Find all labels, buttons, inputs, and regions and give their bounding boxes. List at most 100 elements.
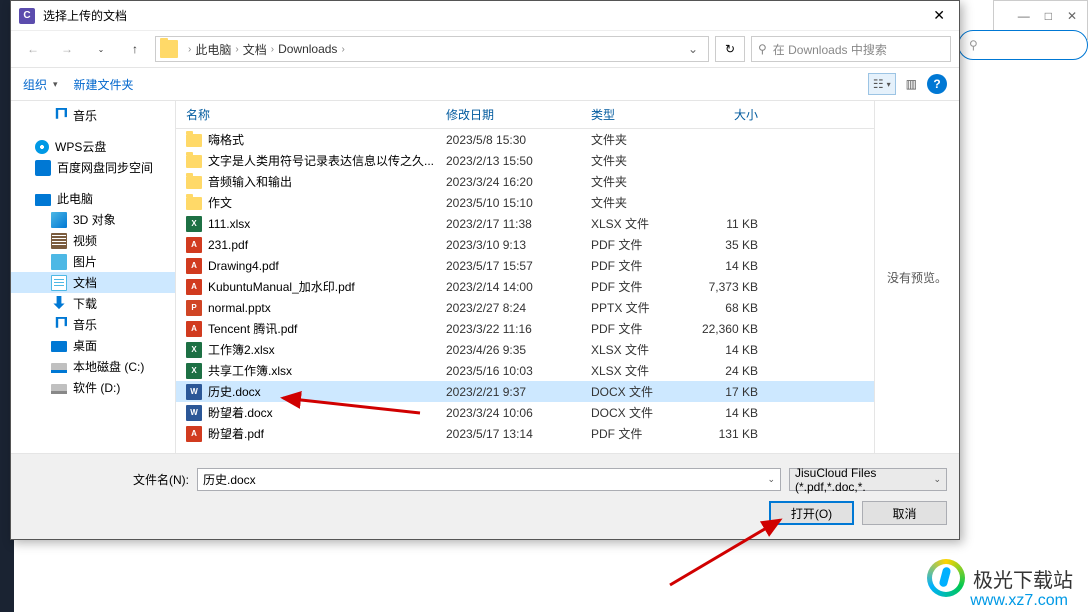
- file-name: 共享工作簿.xlsx: [208, 362, 292, 379]
- file-name: 文字是人类用符号记录表达信息以传之久...: [208, 152, 434, 169]
- tree-item-7[interactable]: 文档: [11, 272, 175, 293]
- file-icon: A: [186, 426, 202, 442]
- breadcrumb-crumb-2[interactable]: Downloads: [278, 42, 337, 56]
- tree-item-5[interactable]: 视频: [11, 230, 175, 251]
- file-row-3[interactable]: 作文2023/5/10 15:10文件夹: [176, 192, 874, 213]
- tree-label: 音乐: [73, 316, 97, 333]
- file-type: 文件夹: [581, 194, 691, 211]
- breadcrumb-dropdown-icon[interactable]: ⌄: [682, 42, 704, 56]
- organize-menu[interactable]: 组织: [23, 76, 47, 93]
- file-rows[interactable]: 嗨格式2023/5/8 15:30文件夹文字是人类用符号记录表达信息以传之久..…: [176, 129, 874, 453]
- file-row-6[interactable]: ADrawing4.pdf2023/5/17 15:57PDF 文件14 KB: [176, 255, 874, 276]
- view-mode-button[interactable]: ☷ ▾: [868, 73, 896, 95]
- file-type: PPTX 文件: [581, 299, 691, 316]
- search-input[interactable]: ⚲ 在 Downloads 中搜索: [751, 36, 951, 62]
- file-name: 111.xlsx: [208, 217, 250, 231]
- preview-text: 没有预览。: [887, 269, 947, 286]
- filename-dropdown-icon[interactable]: ⌄: [767, 474, 775, 485]
- file-icon: X: [186, 342, 202, 358]
- background-search[interactable]: ⚲: [958, 30, 1088, 60]
- file-date: 2023/3/10 9:13: [436, 238, 581, 252]
- tree-item-11[interactable]: 本地磁盘 (C:): [11, 356, 175, 377]
- up-button[interactable]: ↑: [121, 35, 149, 63]
- file-row-0[interactable]: 嗨格式2023/5/8 15:30文件夹: [176, 129, 874, 150]
- tree-label: 图片: [73, 253, 97, 270]
- tree-label: 视频: [73, 232, 97, 249]
- back-button[interactable]: ←: [19, 35, 47, 63]
- file-name: KubuntuManual_加水印.pdf: [208, 278, 355, 295]
- column-name[interactable]: 名称: [176, 106, 436, 123]
- file-row-13[interactable]: W盼望着.docx2023/3/24 10:06DOCX 文件14 KB: [176, 402, 874, 423]
- tree-item-9[interactable]: 音乐: [11, 314, 175, 335]
- file-row-7[interactable]: AKubuntuManual_加水印.pdf2023/2/14 14:00PDF…: [176, 276, 874, 297]
- tree-item-3[interactable]: 此电脑: [11, 188, 175, 209]
- folder-icon: [160, 40, 178, 58]
- file-size: 14 KB: [691, 406, 766, 420]
- tree-item-4[interactable]: 3D 对象: [11, 209, 175, 230]
- tree-icon: [35, 140, 49, 154]
- file-row-8[interactable]: Pnormal.pptx2023/2/27 8:24PPTX 文件68 KB: [176, 297, 874, 318]
- file-row-14[interactable]: A盼望着.pdf2023/5/17 13:14PDF 文件131 KB: [176, 423, 874, 444]
- tree-item-6[interactable]: 图片: [11, 251, 175, 272]
- search-placeholder: 在 Downloads 中搜索: [773, 41, 887, 58]
- forward-button: →: [53, 35, 81, 63]
- file-row-5[interactable]: A231.pdf2023/3/10 9:13PDF 文件35 KB: [176, 234, 874, 255]
- tree-label: 文档: [73, 274, 97, 291]
- dialog-title: 选择上传的文档: [43, 7, 927, 24]
- file-date: 2023/2/13 15:50: [436, 154, 581, 168]
- tree-item-10[interactable]: 桌面: [11, 335, 175, 356]
- file-row-4[interactable]: X111.xlsx2023/2/17 11:38XLSX 文件11 KB: [176, 213, 874, 234]
- bg-close-icon[interactable]: ✕: [1067, 9, 1077, 23]
- file-open-dialog: C 选择上传的文档 ✕ ← → ⌄ ↑ › 此电脑 › 文档 › Downloa…: [10, 0, 960, 540]
- refresh-button[interactable]: ↻: [715, 36, 745, 62]
- column-type[interactable]: 类型: [581, 106, 691, 123]
- file-type: XLSX 文件: [581, 215, 691, 232]
- file-date: 2023/3/24 10:06: [436, 406, 581, 420]
- breadcrumb-sep: ›: [271, 44, 274, 55]
- file-date: 2023/5/8 15:30: [436, 133, 581, 147]
- file-row-11[interactable]: X共享工作簿.xlsx2023/5/16 10:03XLSX 文件24 KB: [176, 360, 874, 381]
- column-date[interactable]: 修改日期: [436, 106, 581, 123]
- recent-dropdown-icon[interactable]: ⌄: [87, 35, 115, 63]
- breadcrumb-sep: ›: [188, 44, 191, 55]
- column-size[interactable]: 大小: [691, 106, 766, 123]
- breadcrumb[interactable]: › 此电脑 › 文档 › Downloads › ⌄: [155, 36, 709, 62]
- file-type: XLSX 文件: [581, 341, 691, 358]
- file-row-12[interactable]: W历史.docx2023/2/21 9:37DOCX 文件17 KB: [176, 381, 874, 402]
- breadcrumb-crumb-1[interactable]: 文档: [243, 41, 267, 58]
- tree-icon: [51, 363, 67, 373]
- filename-input[interactable]: 历史.docx ⌄: [197, 468, 781, 491]
- sidebar-tree[interactable]: 音乐WPS云盘百度网盘同步空间此电脑3D 对象视频图片文档下载音乐桌面本地磁盘 …: [11, 101, 176, 453]
- cancel-button[interactable]: 取消: [862, 501, 947, 525]
- bottom-bar: 文件名(N): 历史.docx ⌄ JisuCloud Files (*.pdf…: [11, 453, 959, 539]
- file-icon: P: [186, 300, 202, 316]
- file-type: PDF 文件: [581, 257, 691, 274]
- file-row-2[interactable]: 音频输入和输出2023/3/24 16:20文件夹: [176, 171, 874, 192]
- body-split: 音乐WPS云盘百度网盘同步空间此电脑3D 对象视频图片文档下载音乐桌面本地磁盘 …: [11, 101, 959, 453]
- file-icon: A: [186, 321, 202, 337]
- organize-dropdown-icon[interactable]: ▾: [53, 79, 58, 90]
- tree-label: 下载: [73, 295, 97, 312]
- file-icon: W: [186, 405, 202, 421]
- close-button[interactable]: ✕: [927, 5, 951, 26]
- tree-item-8[interactable]: 下载: [11, 293, 175, 314]
- tree-label: 此电脑: [57, 190, 93, 207]
- filetype-select[interactable]: JisuCloud Files (*.pdf,*.doc,*. ⌄: [789, 468, 947, 491]
- file-row-10[interactable]: X工作簿2.xlsx2023/4/26 9:35XLSX 文件14 KB: [176, 339, 874, 360]
- bg-maximize-icon[interactable]: □: [1045, 9, 1052, 23]
- tree-item-0[interactable]: 音乐: [11, 105, 175, 126]
- tree-item-12[interactable]: 软件 (D:): [11, 377, 175, 398]
- file-type: 文件夹: [581, 131, 691, 148]
- file-icon: [186, 197, 202, 210]
- file-size: 131 KB: [691, 427, 766, 441]
- tree-item-1[interactable]: WPS云盘: [11, 136, 175, 157]
- preview-pane-button[interactable]: ▥: [902, 73, 921, 95]
- bg-minimize-icon[interactable]: —: [1018, 9, 1030, 23]
- file-row-1[interactable]: 文字是人类用符号记录表达信息以传之久...2023/2/13 15:50文件夹: [176, 150, 874, 171]
- open-button[interactable]: 打开(O): [769, 501, 854, 525]
- new-folder-button[interactable]: 新建文件夹: [74, 76, 134, 93]
- breadcrumb-crumb-0[interactable]: 此电脑: [195, 41, 231, 58]
- tree-item-2[interactable]: 百度网盘同步空间: [11, 157, 175, 178]
- file-row-9[interactable]: ATencent 腾讯.pdf2023/3/22 11:16PDF 文件22,3…: [176, 318, 874, 339]
- help-button[interactable]: ?: [927, 74, 947, 94]
